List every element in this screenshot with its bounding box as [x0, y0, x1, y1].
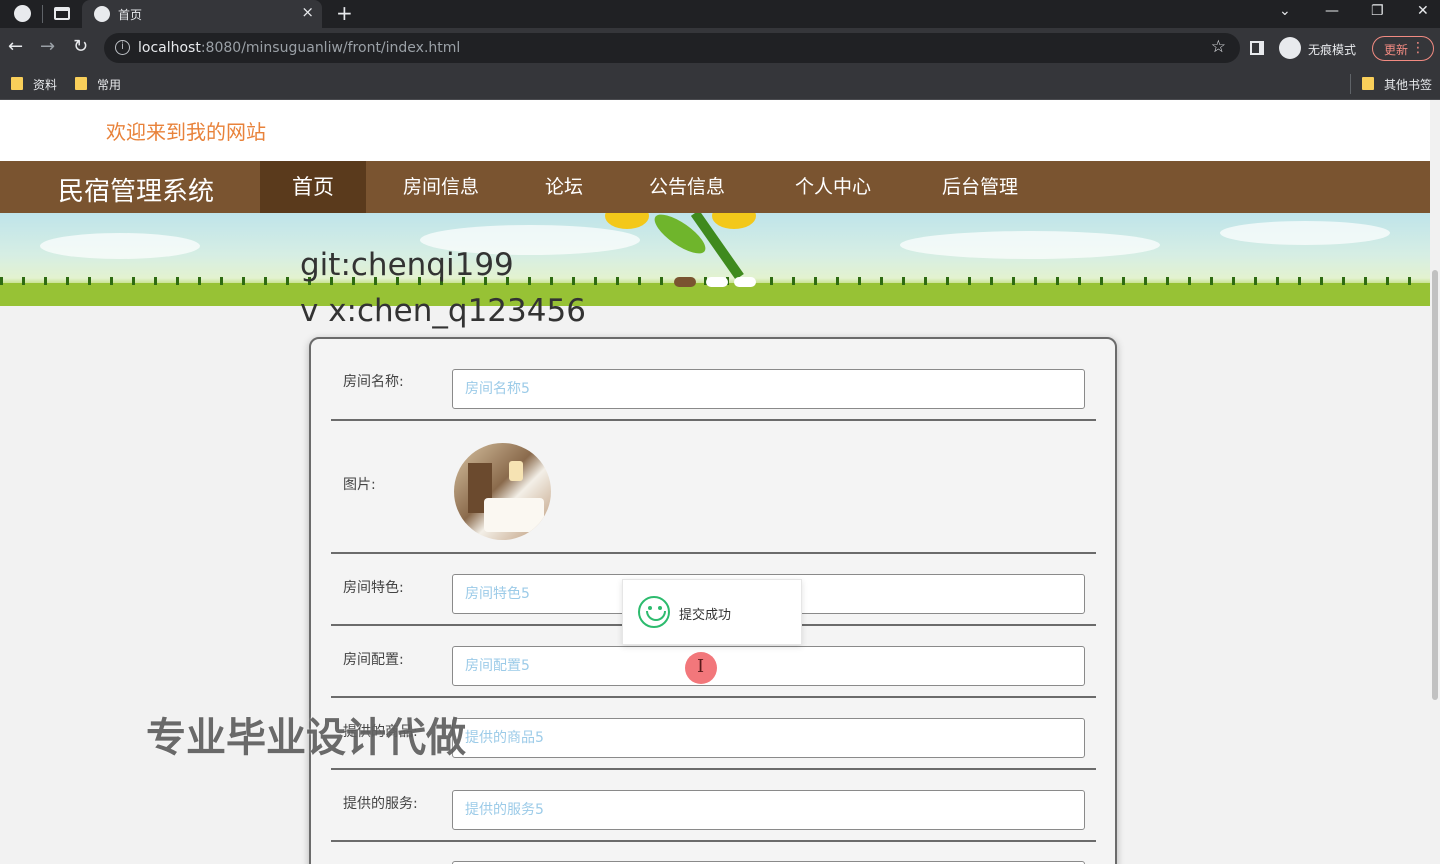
divider	[331, 840, 1096, 842]
label-image: 图片:	[343, 477, 376, 493]
room-config-input[interactable]	[452, 646, 1085, 686]
overlay-contact: v x:chen_q123456	[300, 293, 586, 329]
incognito-icon[interactable]	[1279, 37, 1301, 59]
welcome-text: 欢迎来到我的网站	[106, 120, 266, 144]
carousel-dot-2[interactable]	[706, 277, 728, 287]
browser-tab[interactable]: 首页 ×	[82, 0, 322, 28]
bookmark-label: 资料	[33, 78, 58, 92]
toast-message: 提交成功	[679, 608, 732, 623]
divider	[331, 419, 1096, 421]
update-button[interactable]: 更新 ⋮	[1372, 36, 1434, 61]
flower	[605, 213, 649, 229]
menu-icon: ⋮	[1411, 40, 1425, 56]
bookmark-label: 其他书签	[1384, 78, 1433, 92]
divider	[331, 696, 1096, 698]
new-tab-button[interactable]: +	[336, 1, 353, 25]
carousel-dot-3[interactable]	[734, 277, 756, 287]
url-text: localhost:8080/minsuguanliw/front/index.…	[138, 40, 461, 56]
minimize-button[interactable]: —	[1325, 3, 1339, 19]
overlay-git: git:chenqi199	[300, 247, 514, 283]
globe-icon	[94, 6, 110, 22]
bed	[484, 498, 544, 532]
nav-announcements[interactable]: 公告信息	[626, 161, 748, 213]
nav-home[interactable]: 首页	[260, 161, 366, 213]
back-button[interactable]: ←	[8, 36, 23, 57]
divider	[331, 552, 1096, 554]
watermark: 专业毕业设计代做	[146, 715, 466, 761]
browser-logo-icon[interactable]	[14, 5, 31, 22]
site-brand: 民宿管理系统	[58, 177, 215, 207]
browser-tabbar: 首页 × + ⌄ — ❐ ✕	[0, 0, 1440, 28]
window-icon[interactable]	[54, 7, 70, 20]
label-room-config: 房间配置:	[343, 652, 404, 668]
cloud	[1220, 221, 1390, 245]
nav-forum[interactable]: 论坛	[516, 161, 612, 213]
text-cursor-icon: I	[697, 656, 705, 677]
lamp	[509, 461, 523, 481]
nav-admin[interactable]: 后台管理	[918, 161, 1042, 213]
browser-toolbar: ← → ↻ i localhost:8080/minsuguanliw/fron…	[0, 28, 1440, 68]
tab-search-icon[interactable]: ⌄	[1279, 3, 1291, 19]
update-label: 更新	[1384, 43, 1409, 57]
nav-rooms[interactable]: 房间信息	[380, 161, 502, 213]
divider	[42, 5, 43, 23]
flower	[712, 213, 756, 229]
scrollbar-thumb[interactable]	[1432, 270, 1438, 700]
folder-icon	[11, 77, 23, 90]
label-room-feature: 房间特色:	[343, 580, 404, 596]
success-toast: 提交成功	[622, 579, 802, 645]
label-room-name: 房间名称:	[343, 374, 404, 390]
label-services: 提供的服务:	[343, 796, 418, 812]
bookmark-star-icon[interactable]: ☆	[1211, 37, 1226, 57]
close-window-button[interactable]: ✕	[1417, 3, 1429, 19]
mouse-cursor: I	[685, 652, 717, 684]
address-bar[interactable]: i localhost:8080/minsuguanliw/front/inde…	[104, 33, 1240, 63]
divider	[1350, 74, 1351, 94]
hero-banner	[0, 213, 1430, 306]
nav-profile[interactable]: 个人中心	[762, 161, 904, 213]
tab-title: 首页	[118, 8, 143, 22]
forward-button[interactable]: →	[40, 36, 55, 57]
goods-input[interactable]	[452, 718, 1085, 758]
close-tab-icon[interactable]: ×	[301, 3, 314, 21]
carousel-dot-1[interactable]	[674, 277, 696, 287]
side-panel-icon[interactable]	[1250, 41, 1264, 55]
bookmark-label: 常用	[97, 78, 122, 92]
room-image[interactable]	[454, 443, 551, 540]
site-info-icon[interactable]: i	[115, 40, 130, 55]
cloud	[40, 233, 200, 259]
main-nav: 民宿管理系统 首页 房间信息 论坛 公告信息 个人中心 后台管理	[0, 161, 1430, 213]
web-page: 欢迎来到我的网站 民宿管理系统 首页 房间信息 论坛 公告信息 个人中心 后台管…	[0, 100, 1430, 864]
folder-icon	[75, 77, 87, 90]
room-name-input[interactable]	[452, 369, 1085, 409]
page-scrollbar[interactable]	[1430, 100, 1440, 864]
services-input[interactable]	[452, 790, 1085, 830]
folder-icon	[1362, 77, 1374, 90]
reload-button[interactable]: ↻	[73, 36, 88, 57]
restore-button[interactable]: ❐	[1371, 3, 1384, 19]
site-topbar: 欢迎来到我的网站	[0, 100, 1430, 161]
incognito-label: 无痕模式	[1308, 43, 1357, 57]
divider	[331, 768, 1096, 770]
smile-icon	[638, 596, 670, 628]
bookmarks-bar: 资料 常用 其他书签	[0, 68, 1440, 100]
cloud	[900, 231, 1160, 259]
